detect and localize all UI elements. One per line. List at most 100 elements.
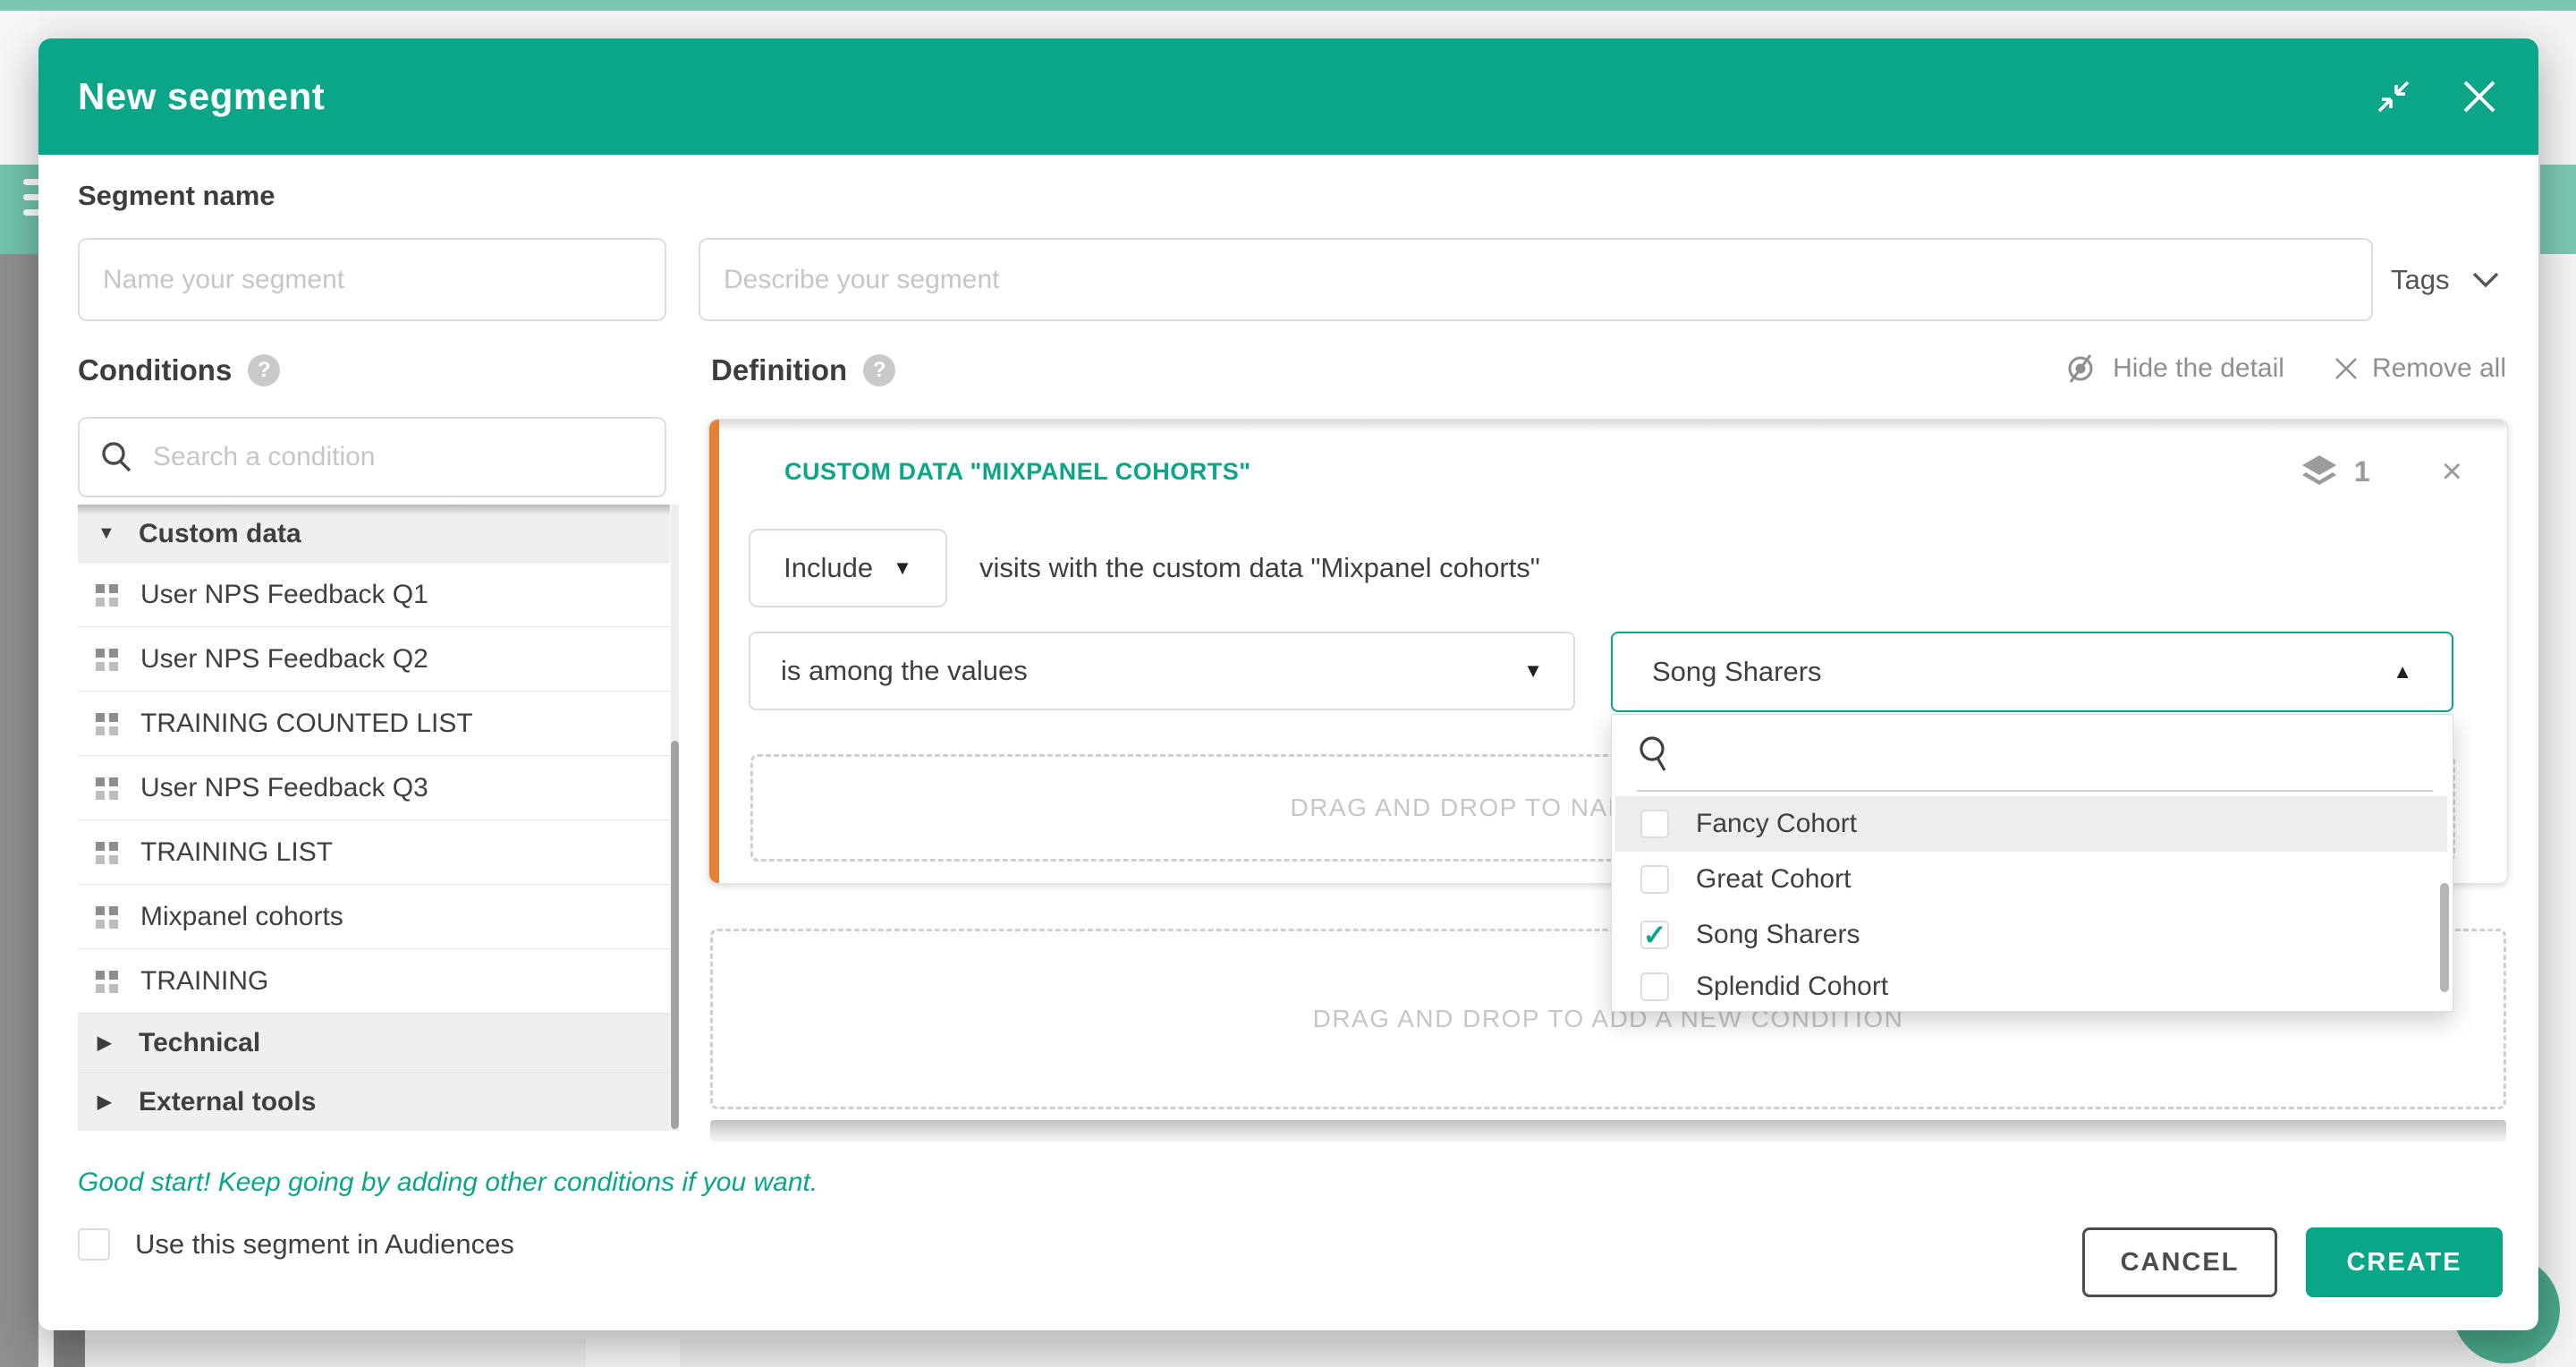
help-icon[interactable]: ? (248, 354, 280, 386)
condition-item[interactable]: User NPS Feedback Q3 (78, 755, 670, 819)
condition-item-label: TRAINING COUNTED LIST (140, 709, 473, 739)
group-label: Custom data (139, 519, 301, 549)
option-splendid-cohort[interactable]: Splendid Cohort (1615, 963, 2447, 1011)
eye-off-icon (2063, 353, 2098, 384)
condition-item-label: Mixpanel cohorts (140, 902, 343, 932)
option-label: Great Cohort (1696, 864, 1851, 895)
chevron-down-icon (2472, 272, 2499, 288)
app-header-strip (2540, 165, 2576, 254)
option-fancy-cohort[interactable]: Fancy Cohort (1615, 796, 2447, 852)
modal-header: New segment (38, 38, 2538, 155)
remove-condition-icon[interactable]: × (2442, 454, 2462, 489)
hide-detail-label: Hide the detail (2113, 353, 2284, 384)
option-label: Splendid Cohort (1696, 972, 1888, 1002)
condition-group-external-tools[interactable]: ▶ External tools (78, 1072, 670, 1131)
conditions-heading: Conditions ? (78, 353, 280, 387)
audiences-checkbox-row[interactable]: Use this segment in Audiences (78, 1228, 514, 1261)
card-accent-bar (709, 420, 719, 883)
app-sidebar-header (0, 165, 38, 254)
drag-handle-icon (96, 906, 117, 928)
condition-search-input[interactable] (153, 442, 645, 472)
checkbox-unchecked[interactable] (78, 1228, 110, 1261)
close-icon[interactable] (2460, 77, 2499, 116)
hide-detail-button[interactable]: Hide the detail (2063, 353, 2284, 384)
conditions-list: ▼ Custom data User NPS Feedback Q1 User … (78, 505, 670, 1131)
conditions-heading-text: Conditions (78, 353, 232, 387)
checkbox-unchecked[interactable] (1640, 865, 1669, 894)
condition-item[interactable]: Mixpanel cohorts (78, 884, 670, 948)
definition-heading: Definition ? (711, 353, 895, 387)
drag-handle-icon (96, 971, 117, 992)
condition-item[interactable]: TRAINING COUNTED LIST (78, 691, 670, 755)
condition-item-label: TRAINING (140, 966, 268, 997)
layers-icon (2301, 454, 2338, 489)
drag-handle-icon (96, 777, 117, 799)
stack-indicator: 1 (2301, 454, 2370, 489)
include-label: Include (784, 552, 873, 584)
modal-title: New segment (78, 75, 325, 118)
segment-name-label: Segment name (78, 180, 275, 212)
background-block (54, 1330, 85, 1367)
remove-all-button[interactable]: Remove all (2334, 353, 2506, 384)
condition-sentence: visits with the custom data "Mixpanel co… (979, 529, 1540, 607)
condition-card-title: CUSTOM DATA "MIXPANEL COHORTS" (784, 458, 2301, 486)
condition-item[interactable]: TRAINING (78, 948, 670, 1013)
segment-description-input[interactable] (699, 238, 2373, 321)
minimize-icon[interactable] (2374, 77, 2413, 116)
caret-down-icon: ▼ (1523, 659, 1543, 683)
condition-item[interactable]: User NPS Feedback Q1 (78, 562, 670, 626)
background-strip (85, 1339, 2536, 1367)
condition-item[interactable]: User NPS Feedback Q2 (78, 626, 670, 691)
drag-handle-icon (96, 713, 117, 734)
drag-handle-icon (96, 842, 117, 863)
conditions-scrollbar[interactable] (671, 505, 679, 1131)
include-dropdown[interactable]: Include ▼ (749, 529, 947, 607)
checkbox-unchecked[interactable] (1640, 972, 1669, 1001)
value-dropdown-panel: Fancy Cohort Great Cohort ✓ Song Sharers… (1611, 714, 2453, 1012)
remove-all-label: Remove all (2372, 353, 2506, 384)
horizontal-scrollbar[interactable] (710, 1120, 2506, 1142)
caret-down-icon: ▼ (97, 523, 117, 544)
segment-name-input[interactable] (78, 238, 666, 321)
operator-dropdown[interactable]: is among the values ▼ (749, 632, 1575, 710)
definition-heading-text: Definition (711, 353, 847, 387)
group-label: External tools (139, 1087, 316, 1117)
help-icon[interactable]: ? (863, 354, 895, 386)
value-label: Song Sharers (1652, 656, 1822, 688)
scrollbar-thumb[interactable] (2440, 883, 2449, 992)
caret-up-icon: ▲ (2393, 660, 2412, 684)
option-great-cohort[interactable]: Great Cohort (1615, 852, 2447, 907)
condition-search-box (78, 417, 666, 497)
checkbox-unchecked[interactable] (1640, 810, 1669, 838)
condition-item[interactable]: TRAINING LIST (78, 819, 670, 884)
list-scroll-shadow (78, 505, 670, 515)
progress-hint: Good start! Keep going by adding other c… (78, 1167, 818, 1198)
caret-right-icon: ▶ (97, 1032, 117, 1054)
condition-item-label: User NPS Feedback Q3 (140, 773, 428, 803)
app-sidebar-dimmed (0, 254, 38, 1367)
condition-item-label: User NPS Feedback Q2 (140, 644, 428, 675)
condition-card: CUSTOM DATA "MIXPANEL COHORTS" 1 × Inclu… (708, 419, 2508, 884)
cancel-button[interactable]: CANCEL (2082, 1227, 2277, 1297)
caret-right-icon: ▶ (97, 1091, 117, 1113)
tags-label: Tags (2391, 264, 2449, 296)
create-button[interactable]: CREATE (2306, 1227, 2503, 1297)
operator-label: is among the values (781, 655, 1028, 687)
checkmark-icon: ✓ (1643, 921, 1667, 949)
panel-search[interactable] (1637, 727, 1673, 781)
condition-group-technical[interactable]: ▶ Technical (78, 1013, 670, 1072)
search-icon (1637, 734, 1673, 774)
panel-divider (1637, 790, 2433, 792)
group-label: Technical (139, 1028, 260, 1058)
checkbox-checked[interactable]: ✓ (1640, 921, 1669, 949)
new-segment-modal: New segment Segment name Tags Conditions (38, 38, 2538, 1330)
tags-dropdown[interactable]: Tags (2391, 238, 2499, 321)
app-left-edge (0, 11, 38, 165)
option-song-sharers[interactable]: ✓ Song Sharers (1615, 907, 2447, 963)
audiences-label: Use this segment in Audiences (135, 1228, 514, 1261)
caret-down-icon: ▼ (893, 556, 912, 580)
scrollbar-thumb[interactable] (671, 741, 679, 1129)
value-dropdown[interactable]: Song Sharers ▲ (1611, 632, 2453, 712)
background-gap (586, 1339, 680, 1367)
stack-count: 1 (2354, 455, 2370, 488)
